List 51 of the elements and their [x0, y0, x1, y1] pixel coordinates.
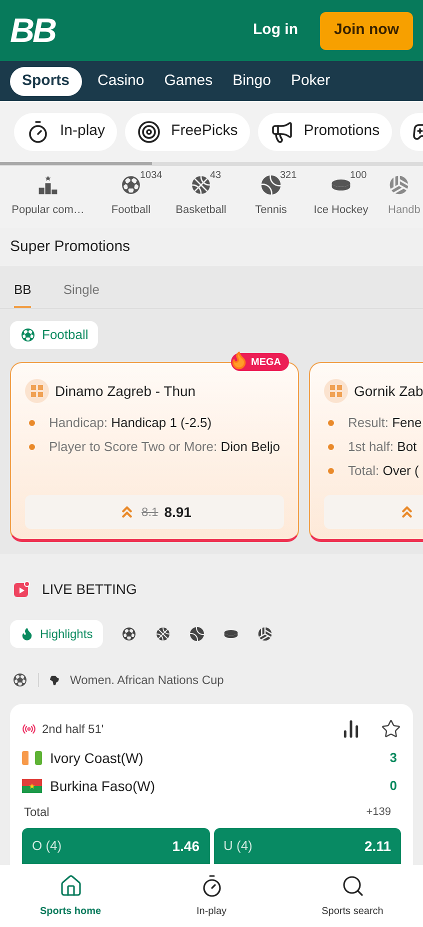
category-tab[interactable]: Bingo [228, 66, 275, 96]
more-markets[interactable]: +139 [366, 804, 391, 820]
sport-label[interactable]: Tennis [255, 202, 287, 218]
section-title: LIVE BETTING [42, 580, 137, 598]
highlights-tab[interactable]: Highlights [10, 620, 103, 648]
sport-label[interactable]: Football [111, 202, 151, 218]
team-name: Burkina Faso(W) [50, 776, 156, 796]
odds-button[interactable]: O (4) 1.46 [22, 828, 210, 864]
team-score: 0 [390, 777, 397, 796]
quick-link[interactable]: FreePicks [125, 112, 250, 150]
bottom-nav-item[interactable]: Sports home [0, 865, 141, 927]
quick-link[interactable]: Promotions [258, 112, 392, 150]
match-title: Gornik Zab [354, 382, 423, 400]
match-status: 2nd half 51' [42, 721, 104, 738]
team-score: 3 [390, 749, 397, 768]
promo-tab[interactable]: BB [14, 274, 32, 308]
selection-text: Total: Over ( [348, 462, 419, 480]
category-tab[interactable]: Poker [286, 66, 334, 96]
team-name: Ivory Coast(W) [50, 748, 144, 768]
quick-link[interactable]: In-play [14, 112, 118, 150]
selection-text: 1st half: Bot [348, 438, 417, 456]
market-name: Total [24, 804, 50, 821]
event-count: 100 [350, 169, 367, 183]
event-count: 1034 [140, 169, 162, 183]
selection-text: Player to Score Two or More: Dion Beljo [49, 438, 280, 456]
promo-card[interactable]: Gornik Zab Result: Fene 1st half: Bot Total: Over ( [309, 362, 423, 542]
logo[interactable]: BB [10, 14, 56, 48]
category-tab[interactable]: Sports [10, 66, 82, 96]
category-tab[interactable]: Games [160, 66, 217, 96]
join-button[interactable]: Join now [320, 12, 413, 50]
selection-text: Result: Fene [348, 414, 422, 432]
sport-label[interactable]: Ice Hockey [314, 202, 368, 218]
event-count: 43 [210, 169, 222, 183]
boosted-odds: 8.91 [164, 502, 192, 522]
login-button[interactable]: Log in [253, 19, 298, 42]
odds-button[interactable]: U (4) 2.11 [214, 828, 401, 864]
sport-label[interactable]: Basketball [176, 202, 226, 218]
promo-tab[interactable]: Single [63, 274, 100, 308]
bottom-nav-item[interactable]: In-play [141, 865, 282, 927]
sport-label[interactable]: Popular com… [12, 202, 84, 218]
sport-filter[interactable]: Football [10, 321, 98, 349]
selection-text: Handicap: Handicap 1 (-2.5) [49, 414, 212, 432]
category-tab[interactable]: Casino [94, 66, 148, 96]
bottom-nav-item[interactable]: Sports search [282, 865, 423, 927]
section-title: Super Promotions [10, 236, 130, 257]
match-card[interactable]: 2nd half 51' Ivory Coast(W) 3 Burkina Faso(W) 0 Total +139 O (4) 1.46 U (4) 2.11 [10, 704, 413, 865]
odds-button[interactable]: 8.1 8.91 [25, 495, 284, 529]
match-title: Dinamo Zagreb - Thun [55, 382, 196, 401]
league-name: Women. African Nations Cup [70, 672, 224, 689]
event-count: 321 [280, 169, 297, 183]
old-odds: 8.1 [142, 504, 158, 521]
